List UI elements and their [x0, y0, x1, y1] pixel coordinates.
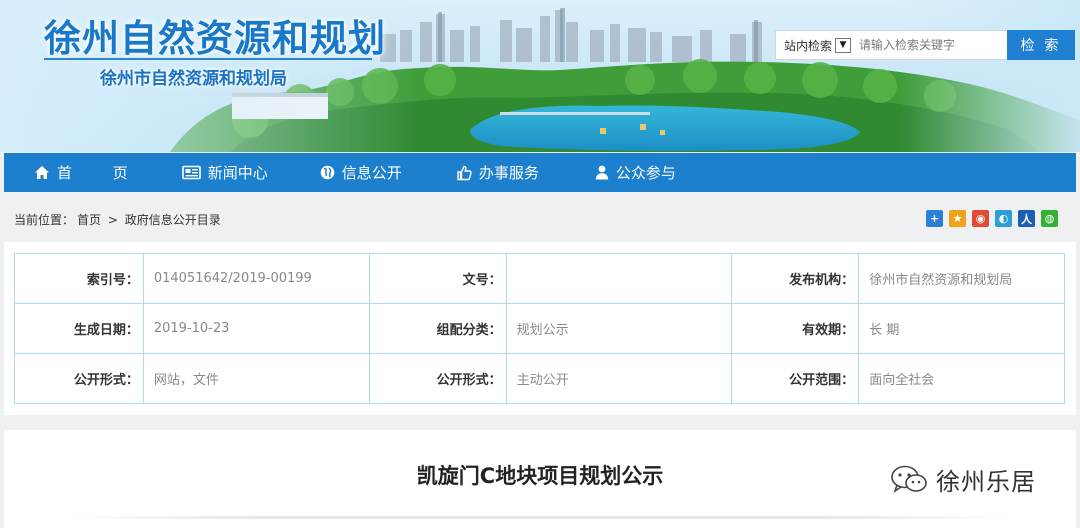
share-more-icon[interactable]: + — [926, 210, 943, 227]
breadcrumb-prefix: 当前位置： — [14, 213, 75, 227]
meta-value: 徐州市自然资源和规划局 — [858, 253, 1065, 304]
watermark-text: 徐州乐居 — [936, 468, 1036, 496]
document-meta-table: 索引号： 014051642/2019-00199 文号： 发布机构： 徐州市自… — [14, 253, 1065, 404]
meta-value: 014051642/2019-00199 — [142, 253, 370, 304]
search-scope-label: 站内检索 — [784, 38, 833, 53]
share-wechat-icon[interactable]: ◍ — [1041, 210, 1058, 227]
nav-item-news[interactable]: 新闻中心 — [181, 153, 268, 192]
search-box: 站内检索 ▼ 检 索 — [775, 30, 1075, 60]
meta-key: 有效期： — [731, 303, 860, 354]
share-tencent-icon[interactable]: ◐ — [995, 210, 1012, 227]
globe-icon — [320, 165, 335, 180]
meta-key: 组配分类： — [368, 303, 507, 354]
home-icon — [35, 166, 49, 179]
meta-value — [505, 253, 733, 304]
meta-value: 长 期 — [858, 303, 1065, 354]
article-divider — [64, 516, 1016, 519]
nav-item-label: 新闻中心 — [207, 164, 268, 182]
nav-item-services[interactable]: 办事服务 — [456, 153, 539, 192]
chevron-down-icon[interactable]: ▼ — [835, 37, 852, 53]
search-scope-select[interactable]: 站内检索 ▼ — [776, 31, 852, 59]
nav-item-label: 首 页 — [57, 164, 146, 182]
person-icon — [595, 165, 609, 180]
meta-key: 发布机构： — [731, 253, 860, 304]
breadcrumb-home-link[interactable]: 首页 — [77, 213, 101, 227]
meta-value: 主动公开 — [505, 353, 733, 404]
site-subtitle: 徐州市自然资源和规划局 — [100, 69, 287, 89]
site-title: 徐州自然资源和规划 — [44, 17, 386, 60]
table-row: 生成日期： 2019-10-23 组配分类： 规划公示 有效期： 长 期 — [14, 303, 1065, 354]
search-button[interactable]: 检 索 — [1007, 30, 1075, 60]
meta-value: 规划公示 — [505, 303, 733, 354]
table-row: 公开形式： 网站，文件 公开形式： 主动公开 公开范围： 面向全社会 — [14, 353, 1065, 404]
nav-item-label: 信息公开 — [341, 164, 402, 182]
meta-key: 公开形式： — [368, 353, 507, 404]
table-row: 索引号： 014051642/2019-00199 文号： 发布机构： 徐州市自… — [14, 253, 1065, 304]
breadcrumb-separator: > — [107, 213, 118, 227]
nav-item-public-participation[interactable]: 公众参与 — [595, 153, 676, 192]
meta-key: 公开范围： — [731, 353, 860, 404]
breadcrumb: 当前位置： 首页 > 政府信息公开目录 — [14, 211, 224, 228]
thumbs-up-icon — [457, 165, 472, 180]
main-nav: 首 页 新闻中心 信息公开 办事服务 公众参与 — [4, 153, 1076, 192]
meta-key: 文号： — [368, 253, 507, 304]
document-meta-card: 索引号： 014051642/2019-00199 文号： 发布机构： 徐州市自… — [4, 242, 1076, 415]
breadcrumb-current[interactable]: 政府信息公开目录 — [125, 213, 221, 227]
newspaper-icon — [181, 165, 201, 180]
search-input[interactable] — [851, 31, 992, 59]
nav-item-label: 公众参与 — [615, 164, 676, 182]
nav-item-info-disclosure[interactable]: 信息公开 — [320, 153, 402, 192]
breadcrumb-bar: 当前位置： 首页 > 政府信息公开目录 + ★ ◉ ◐ 人 ◍ — [0, 193, 1080, 241]
meta-key: 生成日期： — [14, 303, 144, 354]
share-qzone-icon[interactable]: ★ — [949, 210, 966, 227]
share-weibo-icon[interactable]: ◉ — [972, 210, 989, 227]
share-toolbar: + ★ ◉ ◐ 人 ◍ — [926, 210, 1058, 227]
meta-value: 网站，文件 — [142, 353, 370, 404]
share-renren-icon[interactable]: 人 — [1018, 210, 1035, 227]
nav-item-label: 办事服务 — [478, 164, 539, 182]
watermark: 徐州乐居 — [890, 462, 1036, 497]
meta-value: 面向全社会 — [858, 353, 1065, 404]
meta-key: 公开形式： — [14, 353, 144, 404]
meta-value: 2019-10-23 — [142, 303, 370, 354]
nav-item-home[interactable]: 首 页 — [34, 153, 146, 192]
meta-key: 索引号： — [14, 253, 144, 304]
wechat-logo-icon — [891, 465, 927, 493]
title-rule — [44, 58, 372, 60]
site-banner: 徐州自然资源和规划 徐州市自然资源和规划局 站内检索 ▼ 检 索 — [0, 0, 1080, 152]
